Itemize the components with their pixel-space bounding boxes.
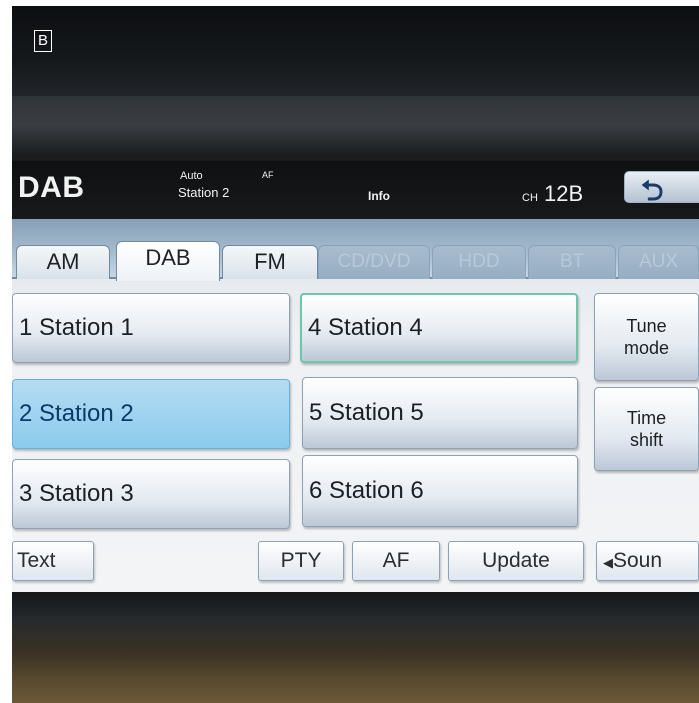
tune-mode-label: Tune mode: [595, 315, 698, 359]
tab-am[interactable]: AM: [16, 245, 110, 279]
tune-mode-line-1: Tune: [626, 316, 667, 336]
info-indicator: Info: [368, 189, 390, 203]
tab-cd-dvd: CD/DVD: [318, 245, 430, 279]
tune-mode-indicator: Auto: [180, 170, 203, 182]
preset-label: 6 Station 6: [309, 477, 424, 504]
preset-2-button[interactable]: 2 Station 2: [12, 379, 290, 449]
tab-dab[interactable]: DAB: [116, 241, 220, 281]
tab-fm[interactable]: FM: [222, 245, 318, 279]
preset-label: 5 Station 5: [309, 399, 424, 426]
pty-button[interactable]: PTY: [258, 541, 344, 581]
speaker-icon: ◀: [603, 555, 613, 570]
preset-4-button[interactable]: 4 Station 4: [300, 293, 578, 363]
preset-3-button[interactable]: 3 Station 3: [12, 459, 290, 529]
text-button[interactable]: Text: [12, 541, 94, 581]
bezel-reflection: [12, 96, 699, 156]
tab-aux: AUX: [618, 245, 699, 279]
preset-label: 1 Station 1: [19, 314, 134, 341]
preset-label: 4 Station 4: [308, 314, 423, 341]
channel-number: 12B: [544, 181, 584, 206]
preset-5-button[interactable]: 5 Station 5: [302, 377, 578, 449]
tab-bt: BT: [528, 245, 616, 279]
display-photo: B DAB Auto AF Station 2 Info CH 12B ⮌ AM…: [12, 6, 699, 703]
bottom-bezel: [12, 592, 699, 703]
preset-label: 2 Station 2: [19, 400, 134, 427]
time-shift-label: Time shift: [595, 407, 698, 451]
time-shift-line-1: Time: [626, 408, 667, 428]
source-tabs: AM DAB FM CD/DVD HDD BT AUX: [12, 219, 699, 281]
af-indicator: AF: [262, 170, 274, 180]
channel-prefix: CH: [522, 192, 538, 204]
sound-label: Soun: [613, 549, 663, 572]
tab-hdd: HDD: [432, 245, 526, 279]
back-button[interactable]: ⮌: [624, 171, 699, 206]
status-bar: DAB Auto AF Station 2 Info CH 12B ⮌: [12, 161, 699, 219]
preset-label: 3 Station 3: [19, 480, 134, 507]
sound-button[interactable]: ◀Soun: [596, 541, 699, 581]
preset-6-button[interactable]: 6 Station 6: [302, 455, 578, 527]
time-shift-button[interactable]: Time shift: [594, 387, 699, 471]
preset-1-button[interactable]: 1 Station 1: [12, 293, 290, 363]
source-title: DAB: [18, 171, 85, 204]
tune-mode-line-2: mode: [623, 338, 670, 358]
af-button[interactable]: AF: [352, 541, 440, 581]
channel-readout: CH 12B: [522, 181, 583, 207]
tune-mode-button[interactable]: Tune mode: [594, 293, 699, 381]
current-station: Station 2: [178, 185, 230, 200]
time-shift-line-2: shift: [629, 430, 663, 450]
return-arrow-icon: ⮌: [641, 175, 664, 206]
update-button[interactable]: Update: [448, 541, 584, 581]
figure-label: B: [34, 30, 52, 52]
radio-screen: AM DAB FM CD/DVD HDD BT AUX 1 Station 1 …: [12, 219, 699, 592]
